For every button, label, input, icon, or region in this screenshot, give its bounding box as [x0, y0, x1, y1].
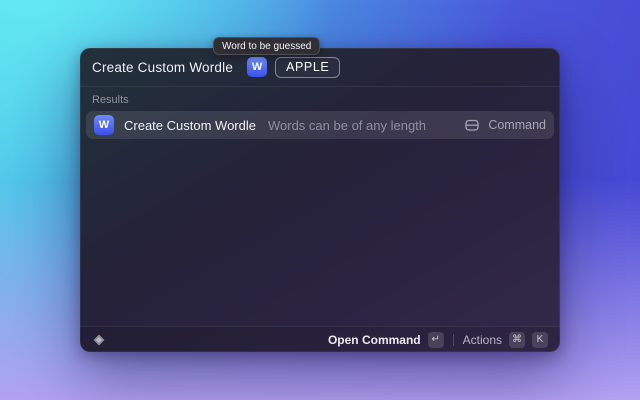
launcher-window: Create Custom Wordle W APPLE Results W C… [80, 48, 560, 352]
cmd-keycap: ⌘ [509, 332, 525, 348]
tooltip-text: Word to be guessed [222, 41, 311, 52]
open-command-button[interactable]: Open Command ↵ [328, 332, 444, 348]
wordle-app-icon-letter: W [252, 61, 262, 73]
tooltip-word-to-be-guessed: Word to be guessed [213, 37, 320, 55]
wordle-app-icon-letter: W [99, 119, 109, 131]
wordle-app-icon: W [247, 57, 267, 77]
footer-bar: Open Command ↵ Actions ⌘ K [80, 326, 560, 352]
return-keycap: ↵ [428, 332, 444, 348]
result-type-label: Command [488, 118, 546, 132]
open-command-label: Open Command [328, 333, 421, 347]
result-type-badge: Command [464, 117, 546, 133]
k-keycap: K [532, 332, 548, 348]
actions-button[interactable]: Actions ⌘ K [463, 332, 548, 348]
command-slot-icon [464, 117, 480, 133]
word-input-value: APPLE [286, 60, 329, 74]
launcher-header: Create Custom Wordle W APPLE [80, 48, 560, 86]
result-row-create-custom-wordle[interactable]: W Create Custom Wordle Words can be of a… [86, 111, 554, 139]
result-subtitle: Words can be of any length [268, 118, 426, 133]
footer-actions: Open Command ↵ Actions ⌘ K [328, 332, 548, 348]
actions-label: Actions [463, 333, 502, 347]
result-title: Create Custom Wordle [124, 118, 256, 133]
wordle-app-icon: W [94, 115, 114, 135]
word-input-token[interactable]: APPLE [275, 57, 340, 78]
extension-diamond-icon [92, 333, 106, 347]
command-title: Create Custom Wordle [92, 60, 233, 75]
footer-divider [453, 334, 454, 346]
results-empty-area [80, 139, 560, 326]
results-section-label: Results [92, 94, 548, 106]
header-divider [80, 86, 560, 87]
